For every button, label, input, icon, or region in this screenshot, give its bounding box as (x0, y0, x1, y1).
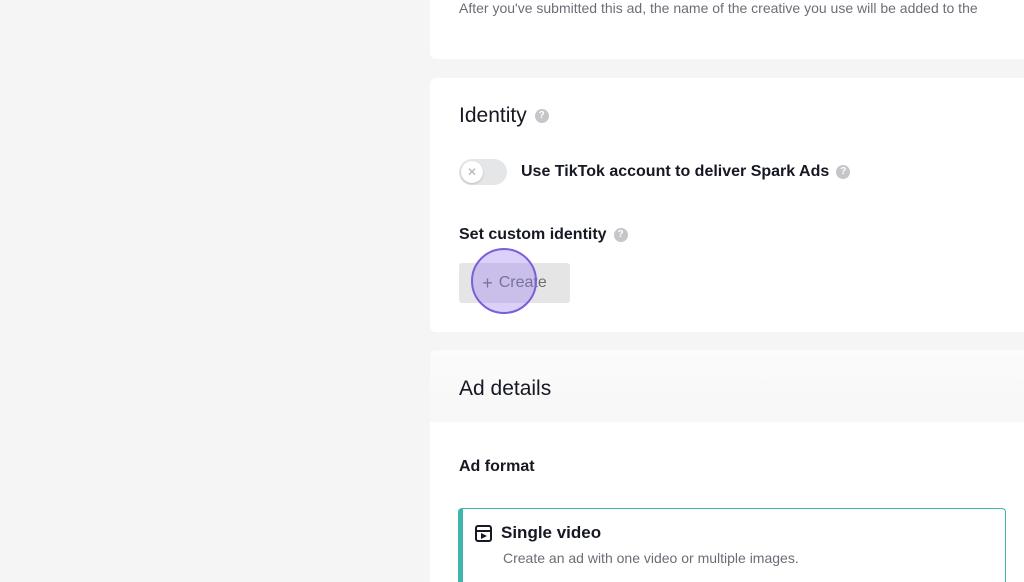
ad-details-section: Ad details Ad format Single video Create… (430, 350, 1024, 582)
identity-help-icon[interactable]: ? (534, 109, 549, 123)
format-option-title: Single video (501, 523, 602, 542)
spark-ads-toggle-row: ✕ Use TikTok account to deliver Spark Ad… (459, 159, 851, 185)
spark-ads-label: Use TikTok account to deliver Spark Ads (521, 163, 830, 180)
format-option-single-video[interactable]: Single video Create an ad with one video… (458, 508, 1006, 582)
custom-identity-help-icon[interactable]: ? (613, 228, 628, 242)
spark-ads-help-icon[interactable]: ? (836, 165, 851, 179)
creative-notice-text: After you've submitted this ad, the name… (459, 0, 978, 16)
create-identity-button[interactable]: + Create (459, 263, 570, 303)
custom-identity-label-row: Set custom identity ? (459, 226, 628, 244)
format-option-description: Create an ad with one video or multiple … (503, 550, 799, 566)
ad-details-title: Ad details (459, 377, 552, 400)
plus-icon: + (482, 272, 493, 293)
video-icon (475, 524, 492, 542)
toggle-off-x-icon: ✕ (461, 161, 483, 183)
ad-format-label: Ad format (459, 458, 535, 475)
spark-ads-toggle[interactable]: ✕ (459, 159, 507, 185)
format-option-title-row: Single video (475, 523, 601, 543)
spark-ads-label-row: Use TikTok account to deliver Spark Ads … (521, 163, 851, 181)
identity-section: Identity ? ✕ Use TikTok account to deliv… (430, 78, 1024, 332)
creative-notice-card: After you've submitted this ad, the name… (430, 0, 1024, 59)
custom-identity-label: Set custom identity (459, 226, 607, 243)
create-button-label: Create (498, 274, 547, 291)
identity-title: Identity (459, 104, 527, 127)
identity-title-row: Identity ? (459, 104, 549, 128)
